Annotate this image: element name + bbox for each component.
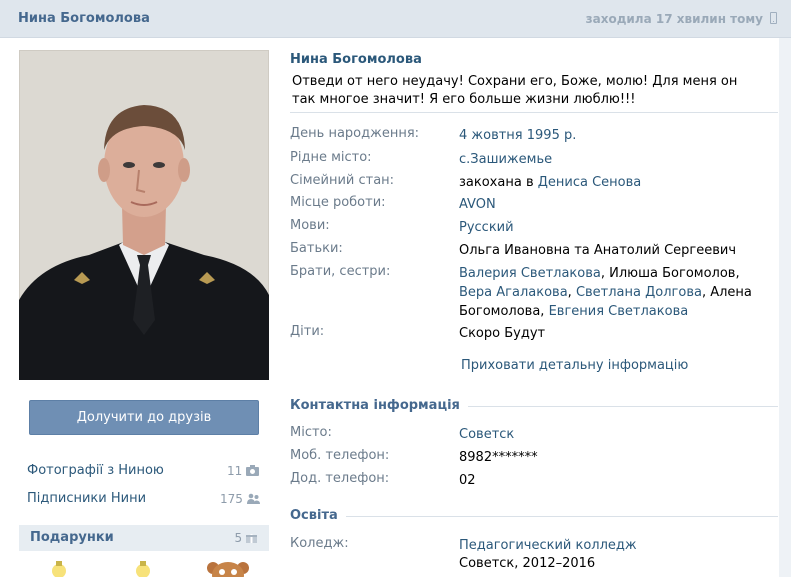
gift-bear-icon[interactable]	[205, 558, 251, 577]
work-label: Місце роботи:	[290, 195, 386, 210]
home-phone-value: 02	[459, 473, 476, 488]
city-label: Місто:	[290, 425, 332, 440]
family-label: Сімейний стан:	[290, 173, 395, 188]
partner-link[interactable]: Дениса Сенова	[538, 175, 642, 190]
college-value[interactable]: Педагогический колледж	[459, 536, 769, 555]
sibling-link[interactable]: Светлана Долгова	[576, 285, 702, 300]
profile-header: Нина Богомолова заходила 17 хвилин тому	[0, 0, 791, 38]
children-value: Скоро Будут	[459, 326, 546, 341]
gifts-count: 5	[235, 531, 257, 545]
mobile-value: 8982*******	[459, 450, 538, 465]
photos-with-link[interactable]: Фотографії з Ниною	[27, 463, 164, 478]
gift-icon	[246, 534, 257, 543]
add-friend-button[interactable]: Долучити до друзів	[29, 400, 259, 435]
parents-label: Батьки:	[290, 241, 343, 256]
profile-name: Нина Богомолова	[290, 52, 422, 67]
college-label: Коледж:	[290, 536, 349, 551]
scroll-gutter	[779, 38, 791, 577]
sibling-text: ,	[567, 285, 576, 300]
gifts-count-value: 5	[234, 531, 243, 545]
gifts-title: Подарунки	[30, 530, 114, 545]
college-detail: Советск, 2012–2016	[459, 556, 596, 571]
followers-link[interactable]: Підписники Нини	[27, 491, 146, 506]
parents-value: Ольга Ивановна та Анатолий Сергеевич	[459, 243, 737, 258]
languages-value[interactable]: Русский	[459, 218, 769, 237]
photos-count-value: 11	[227, 464, 243, 478]
mobile-label: Моб. телефон:	[290, 448, 390, 463]
mobile-icon	[770, 12, 777, 24]
siblings-value: Валерия Светлакова, Илюша Богомолов, Вер…	[459, 264, 759, 321]
followers-count: 175	[220, 492, 260, 506]
hide-details-link[interactable]: Приховати детальну інформацію	[461, 358, 688, 373]
birthday-label: День народження:	[290, 126, 420, 141]
siblings-label: Брати, сестри:	[290, 264, 391, 279]
camera-icon	[246, 465, 260, 476]
family-prefix: закохана в	[459, 175, 534, 190]
header-name[interactable]: Нина Богомолова	[18, 11, 150, 26]
section-line	[290, 516, 778, 517]
education-title: Освіта	[290, 508, 346, 523]
languages-label: Мови:	[290, 218, 330, 233]
city-value[interactable]: Советск	[459, 425, 769, 444]
sibling-link[interactable]: Валерия Светлакова	[459, 266, 601, 281]
hometown-value[interactable]: с.Зашижемье	[459, 150, 769, 169]
divider	[290, 112, 778, 113]
contacts-title: Контактна інформація	[290, 398, 468, 413]
photos-count: 11	[227, 464, 260, 478]
home-phone-label: Дод. телефон:	[290, 471, 390, 486]
profile-status: Отведи от него неудачу! Сохрани его, Бож…	[292, 74, 738, 107]
birthday-value[interactable]: 4 жовтня 1995 р.	[459, 126, 769, 145]
portrait-image	[19, 50, 269, 380]
hometown-label: Рідне місто:	[290, 150, 372, 165]
people-icon	[246, 493, 260, 504]
gift-bulb-icon[interactable]	[48, 558, 70, 577]
children-label: Діти:	[290, 324, 325, 339]
gifts-section-header[interactable]: Подарунки 5	[19, 525, 269, 551]
online-status: заходила 17 хвилин тому	[585, 12, 763, 26]
profile-photo[interactable]	[19, 50, 269, 380]
followers-count-value: 175	[220, 492, 243, 506]
sibling-link[interactable]: Евгения Светлакова	[549, 304, 689, 319]
gift-bulb-icon[interactable]	[132, 558, 154, 577]
family-value: закохана в Дениса Сенова	[459, 173, 769, 192]
sibling-link[interactable]: Вера Агалакова	[459, 285, 568, 300]
work-value[interactable]: AVON	[459, 195, 769, 214]
sibling-text: , Илюша Богомолов,	[600, 266, 740, 281]
